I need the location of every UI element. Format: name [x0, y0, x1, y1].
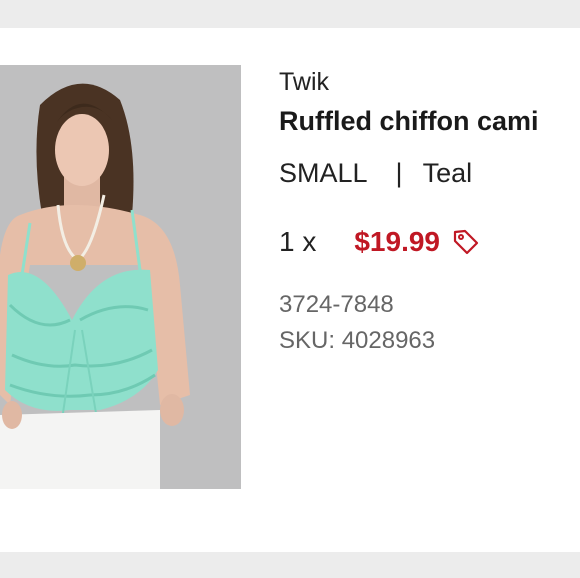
product-code: 3724-7848 — [279, 291, 394, 318]
sku: SKU: 4028963 — [279, 327, 435, 355]
variant-info: SMALL | Teal — [279, 158, 472, 189]
product-image[interactable] — [0, 65, 241, 489]
product-title[interactable]: Ruffled chiffon cami — [279, 106, 539, 137]
product-card: Twik Ruffled chiffon cami SMALL | Teal 1 x… — [0, 28, 580, 552]
tag-icon[interactable] — [452, 228, 480, 256]
size-value: SMALL — [279, 158, 368, 188]
sku-label: SKU: — [279, 327, 336, 354]
variant-separator: | — [395, 158, 403, 188]
quantity: 1 x — [279, 226, 317, 257]
brand-name: Twik — [279, 68, 329, 96]
color-value: Teal — [422, 158, 473, 188]
price: $19.99 — [354, 226, 440, 257]
sku-value: 4028963 — [341, 327, 436, 354]
quantity-price-row: 1 x $19.99 — [279, 226, 480, 258]
